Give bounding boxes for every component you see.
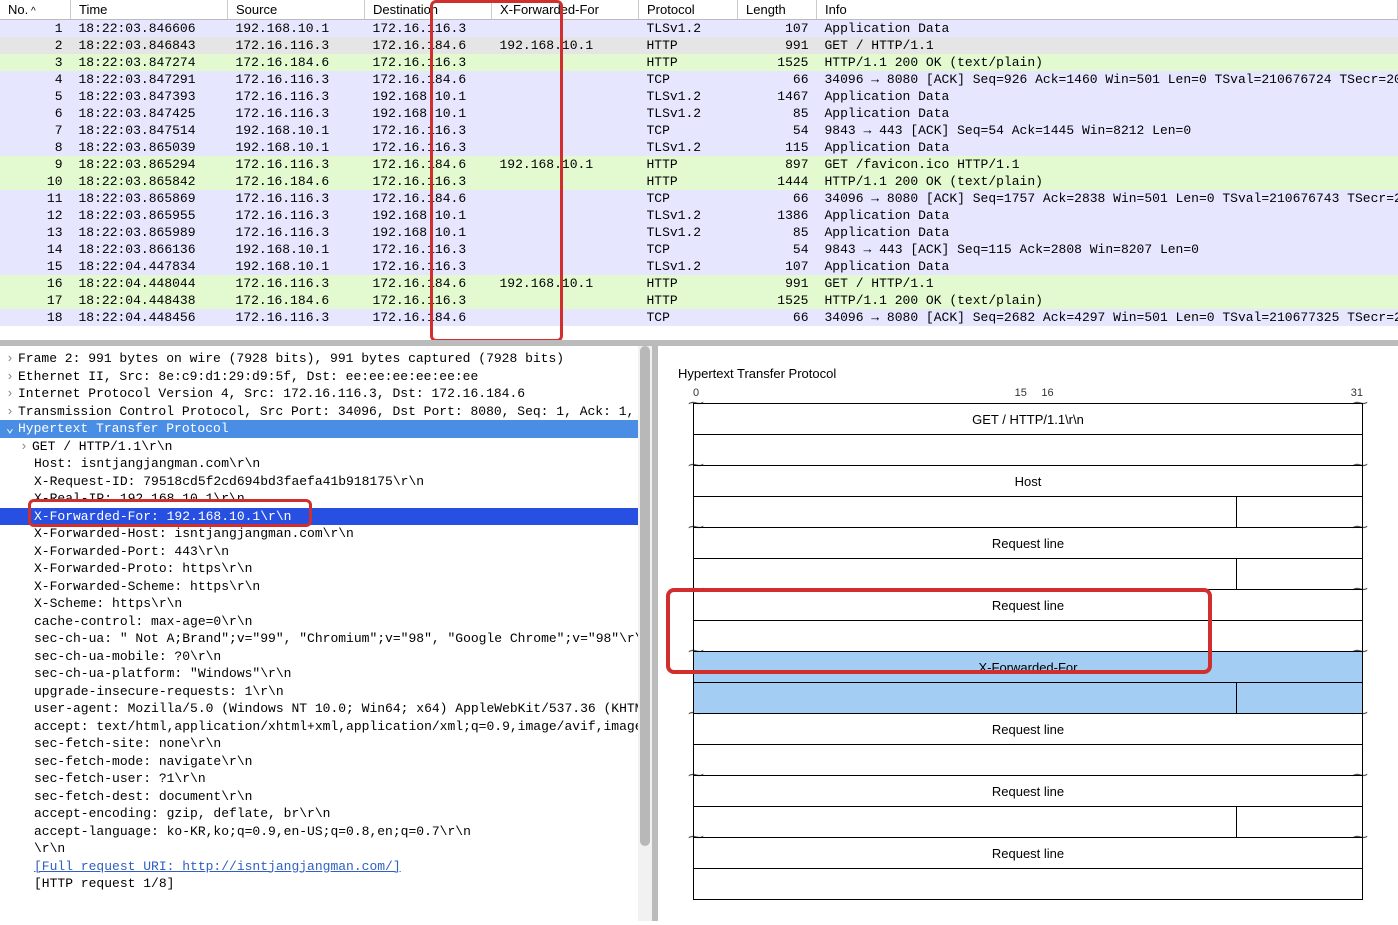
detail-header-line[interactable]: sec-ch-ua-platform: "Windows"\r\n [0,665,652,683]
detail-header-line[interactable]: accept-language: ko-KR,ko;q=0.9,en-US;q=… [0,823,652,841]
detail-header-line[interactable]: X-Forwarded-Proto: https\r\n [0,560,652,578]
diagram-field[interactable]: Request line [693,528,1363,590]
packet-row[interactable]: 1818:22:04.448456172.16.116.3172.16.184.… [0,309,1398,326]
packet-row[interactable]: 918:22:03.865294172.16.116.3172.16.184.6… [0,156,1398,173]
detail-header-line[interactable]: X-Scheme: https\r\n [0,595,652,613]
detail-header-line[interactable]: sec-fetch-user: ?1\r\n [0,770,652,788]
col-info[interactable]: Info [817,0,1398,20]
detail-header-line[interactable]: sec-ch-ua: " Not A;Brand";v="99", "Chrom… [0,630,652,648]
detail-header-line[interactable]: cache-control: max-age=0\r\n [0,613,652,631]
detail-header-line[interactable]: accept: text/html,application/xhtml+xml,… [0,718,652,736]
col-protocol[interactable]: Protocol [639,0,738,20]
packet-table-header[interactable]: No. Time Source Destination X-Forwarded-… [0,0,1398,20]
detail-req-num[interactable]: [HTTP request 1/8] [0,875,652,893]
packet-row[interactable]: 1018:22:03.865842172.16.184.6172.16.116.… [0,173,1398,190]
packet-row[interactable]: 418:22:03.847291172.16.116.3172.16.184.6… [0,71,1398,88]
scroll-thumb[interactable] [640,346,650,846]
detail-header-line[interactable]: X-Forwarded-For: 192.168.10.1\r\n [0,508,652,526]
detail-frame[interactable]: ›Frame 2: 991 bytes on wire (7928 bits),… [0,350,652,368]
packet-row[interactable]: 818:22:03.865039192.168.10.1172.16.116.3… [0,139,1398,156]
detail-header-line[interactable]: sec-fetch-mode: navigate\r\n [0,753,652,771]
col-source[interactable]: Source [228,0,365,20]
col-length[interactable]: Length [738,0,817,20]
diagram-field[interactable]: GET / HTTP/1.1\r\n [693,404,1363,466]
detail-header-line[interactable]: X-Request-ID: 79518cd5f2cd694bd3faefa41b… [0,473,652,491]
packet-row[interactable]: 1418:22:03.866136192.168.10.1172.16.116.… [0,241,1398,258]
detail-header-line[interactable]: \r\n [0,840,652,858]
diagram-ruler: 0 15 16 31 [693,389,1363,404]
packet-row[interactable]: 318:22:03.847274172.16.184.6172.16.116.3… [0,54,1398,71]
packet-row[interactable]: 218:22:03.846843172.16.116.3172.16.184.6… [0,37,1398,54]
packet-row[interactable]: 618:22:03.847425172.16.116.3192.168.10.1… [0,105,1398,122]
packet-row[interactable]: 1518:22:04.447834192.168.10.1172.16.116.… [0,258,1398,275]
detail-tcp[interactable]: ›Transmission Control Protocol, Src Port… [0,403,652,421]
detail-header-line[interactable]: X-Real-IP: 192.168.10.1\r\n [0,490,652,508]
diagram-field[interactable]: Request line [693,776,1363,838]
packet-list-pane[interactable]: No. Time Source Destination X-Forwarded-… [0,0,1398,346]
diagram-field[interactable]: X-Forwarded-For [693,652,1363,714]
diagram-field[interactable]: Request line [693,838,1363,900]
packet-row[interactable]: 718:22:03.847514192.168.10.1172.16.116.3… [0,122,1398,139]
packet-row[interactable]: 1718:22:04.448438172.16.184.6172.16.116.… [0,292,1398,309]
col-x-forwarded-for[interactable]: X-Forwarded-For [492,0,639,20]
col-no[interactable]: No. [0,0,71,20]
detail-header-line[interactable]: user-agent: Mozilla/5.0 (Windows NT 10.0… [0,700,652,718]
detail-header-line[interactable]: X-Forwarded-Scheme: https\r\n [0,578,652,596]
detail-ip[interactable]: ›Internet Protocol Version 4, Src: 172.1… [0,385,652,403]
detail-header-line[interactable]: upgrade-insecure-requests: 1\r\n [0,683,652,701]
packet-table: No. Time Source Destination X-Forwarded-… [0,0,1398,326]
packet-row[interactable]: 118:22:03.846606192.168.10.1172.16.116.3… [0,20,1398,38]
packet-row[interactable]: 518:22:03.847393172.16.116.3192.168.10.1… [0,88,1398,105]
detail-header-line[interactable]: sec-fetch-site: none\r\n [0,735,652,753]
detail-full-uri[interactable]: [Full request URI: http://isntjangjangma… [0,858,652,876]
diagram-field[interactable]: Host [693,466,1363,528]
packet-row[interactable]: 1218:22:03.865955172.16.116.3192.168.10.… [0,207,1398,224]
detail-http[interactable]: ⌄Hypertext Transfer Protocol [0,420,652,438]
diagram-field[interactable]: Request line [693,590,1363,652]
detail-header-line[interactable]: X-Forwarded-Port: 443\r\n [0,543,652,561]
detail-header-line[interactable]: sec-fetch-dest: document\r\n [0,788,652,806]
packet-row[interactable]: 1318:22:03.865989172.16.116.3192.168.10.… [0,224,1398,241]
detail-ethernet[interactable]: ›Ethernet II, Src: 8e:c9:d1:29:d9:5f, Ds… [0,368,652,386]
diagram-field[interactable]: Request line [693,714,1363,776]
packet-row[interactable]: 1118:22:03.865869172.16.116.3172.16.184.… [0,190,1398,207]
packet-diagram-pane[interactable]: Hypertext Transfer Protocol 0 15 16 31 ⁓… [658,346,1398,921]
packet-details-pane[interactable]: ›Frame 2: 991 bytes on wire (7928 bits),… [0,346,658,921]
detail-header-line[interactable]: accept-encoding: gzip, deflate, br\r\n [0,805,652,823]
bottom-panes: ›Frame 2: 991 bytes on wire (7928 bits),… [0,346,1398,921]
packet-row[interactable]: 1618:22:04.448044172.16.116.3172.16.184.… [0,275,1398,292]
detail-get[interactable]: ›GET / HTTP/1.1\r\n [0,438,652,456]
col-destination[interactable]: Destination [365,0,492,20]
diagram-title: Hypertext Transfer Protocol [678,366,1378,381]
detail-header-line[interactable]: sec-ch-ua-mobile: ?0\r\n [0,648,652,666]
detail-header-line[interactable]: Host: isntjangjangman.com\r\n [0,455,652,473]
detail-header-line[interactable]: X-Forwarded-Host: isntjangjangman.com\r\… [0,525,652,543]
col-time[interactable]: Time [71,0,228,20]
details-scrollbar[interactable] [638,346,652,921]
